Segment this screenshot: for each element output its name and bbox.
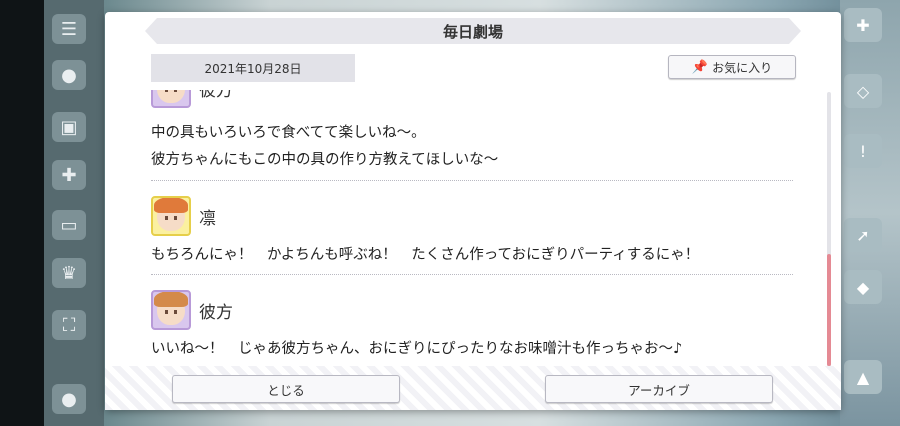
dialogue-line: 中の具もいろいろで食べてて楽しいね～。 (151, 125, 426, 141)
menu-icon[interactable]: ☰ (52, 14, 86, 44)
archive-button[interactable]: アーカイブ (545, 375, 773, 403)
speaker-avatar-rin (151, 196, 191, 236)
mission-icon[interactable]: ! (844, 134, 882, 168)
close-button[interactable]: とじる (172, 375, 400, 403)
banner-icon[interactable]: ▲ (844, 360, 882, 394)
entry-divider (151, 274, 793, 275)
speaker-row: 凛 (151, 196, 793, 236)
daily-theater-dialog: 毎日劇場 2021年10月28日 📌 お気に入り 彼方 中の具もいろいろで食べて… (105, 12, 841, 410)
chat-icon[interactable]: ● (52, 60, 86, 90)
dialogue-log[interactable]: 彼方 中の具もいろいろで食べてて楽しいね～。 彼方ちゃんにもこの中の具の作り方教… (105, 90, 841, 372)
screen-icon[interactable]: ▭ (52, 210, 86, 240)
entry-divider (151, 180, 793, 181)
speaker-avatar-kanata (151, 90, 191, 108)
speaker-name: 凛 (199, 208, 216, 229)
speaker-row: 彼方 (151, 290, 793, 330)
date-label: 2021年10月28日 (151, 54, 355, 82)
live-icon[interactable]: ➚ (844, 218, 882, 252)
dialogue-line: いいね～！ じゃあ彼方ちゃん、おにぎりにぴったりなお味噌汁も作っちゃお～♪ (151, 341, 683, 357)
favorite-button[interactable]: 📌 お気に入り (668, 55, 796, 79)
shop-icon[interactable]: ▣ (52, 112, 86, 142)
training-icon[interactable]: ◆ (844, 270, 882, 304)
fullscreen-icon[interactable]: ⛶ (52, 310, 86, 340)
favorite-label: お気に入り (712, 60, 773, 75)
speaker-avatar-kanata (151, 290, 191, 330)
log-entry: 彼方 いいね～！ じゃあ彼方ちゃん、おにぎりにぴったりなお味噌汁も作っちゃお～♪ (151, 290, 793, 363)
scrollbar-thumb[interactable] (827, 254, 831, 366)
notification-icon[interactable]: ✚ (844, 8, 882, 42)
profile-icon[interactable]: ● (52, 384, 86, 414)
event-icon[interactable]: ◇ (844, 74, 882, 108)
dialogue-line: 彼方ちゃんにもこの中の具の作り方教えてほしいな～ (151, 152, 499, 168)
speaker-name: 彼方 (199, 90, 233, 101)
pin-icon: 📌 (691, 59, 709, 75)
gift-icon[interactable]: ✚ (52, 160, 86, 190)
speaker-row: 彼方 (151, 90, 793, 108)
dialogue-line: もちろんにゃ！ かよちんも呼ぶね！ たくさん作っておにぎりパーティするにゃ！ (151, 247, 700, 263)
log-entry: 彼方 (151, 90, 793, 108)
dialog-title: 毎日劇場 (145, 18, 801, 44)
speaker-name: 彼方 (199, 302, 233, 323)
trophy-icon[interactable]: ♛ (52, 258, 86, 288)
log-entry: 凛 もちろんにゃ！ かよちんも呼ぶね！ たくさん作っておにぎりパーティするにゃ！ (151, 196, 793, 269)
log-entry-lines: 中の具もいろいろで食べてて楽しいね～。 彼方ちゃんにもこの中の具の作り方教えてほ… (151, 120, 793, 174)
